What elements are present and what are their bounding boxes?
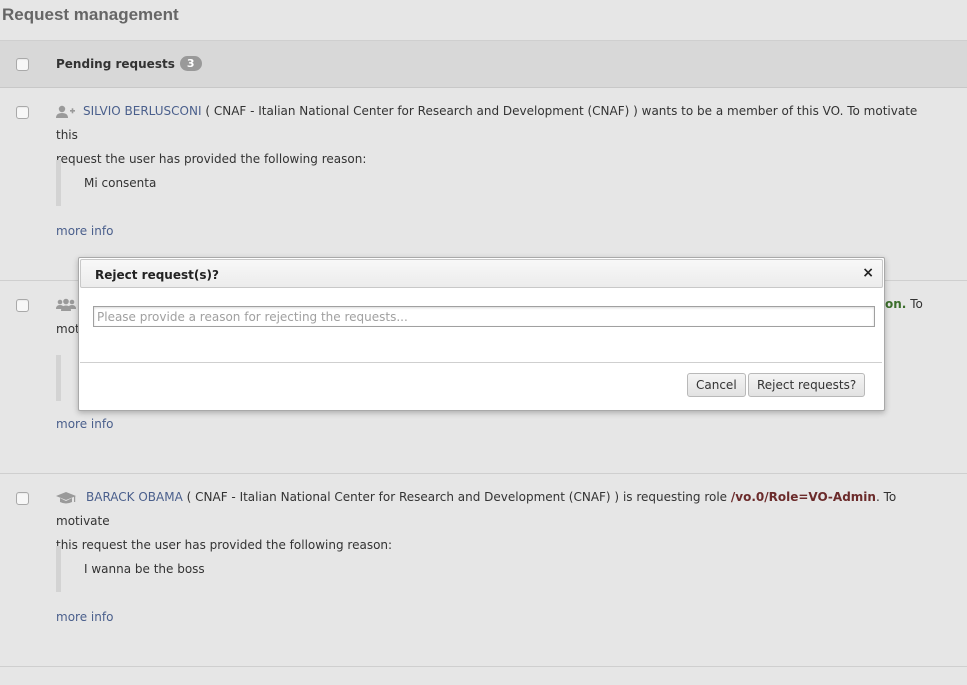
page-title: Request management (2, 5, 179, 24)
request-3-reason: I wanna be the boss (56, 546, 916, 592)
request-2-text-right: on. To (885, 292, 923, 316)
row-divider (0, 666, 967, 667)
request-1-institution: ( CNAF - Italian National Center for Res… (205, 104, 638, 118)
reject-requests-button[interactable]: Reject requests? (748, 373, 866, 397)
row-divider (0, 473, 967, 474)
request-1-reason: Mi consenta (56, 160, 916, 206)
request-2-reason-bar (56, 355, 61, 401)
dialog-title: Reject request(s)? (95, 268, 219, 282)
cancel-button[interactable]: Cancel (687, 373, 746, 397)
reject-requests-dialog: Reject request(s)? × Cancel Reject reque… (78, 257, 885, 411)
request-2-text-after: To (910, 297, 923, 311)
request-1-more-info-link[interactable]: more info (56, 224, 113, 238)
request-3-action: is requesting role (622, 490, 728, 504)
request-2-checkbox[interactable] (16, 299, 29, 312)
request-3-more-info-link[interactable]: more info (56, 610, 113, 624)
select-all-checkbox[interactable] (16, 58, 29, 71)
pending-requests-header: Pending requests 3 (0, 41, 967, 88)
pending-requests-label: Pending requests (56, 57, 175, 71)
pending-requests-title: Pending requests 3 (56, 56, 202, 71)
request-2-more-info-link[interactable]: more info (56, 417, 113, 431)
reject-reason-input[interactable] (93, 306, 875, 327)
request-3-user-link[interactable]: BARACK OBAMA (86, 490, 183, 504)
request-3-institution: ( CNAF - Italian National Center for Res… (186, 490, 620, 504)
dialog-header: Reject request(s)? × (80, 259, 883, 288)
dialog-footer-divider (80, 362, 882, 363)
close-icon[interactable]: × (862, 265, 874, 281)
pending-count-badge: 3 (179, 56, 202, 71)
request-3-role: /vo.0/Role=VO-Admin (730, 490, 876, 504)
request-3-checkbox[interactable] (16, 492, 29, 505)
request-1-user-link[interactable]: SILVIO BERLUSCONI (83, 104, 202, 118)
request-2-role-fragment: on. (885, 297, 907, 311)
request-2-text-fragment: mot (56, 322, 80, 336)
group-icon (56, 298, 76, 312)
request-1-checkbox[interactable] (16, 106, 29, 119)
